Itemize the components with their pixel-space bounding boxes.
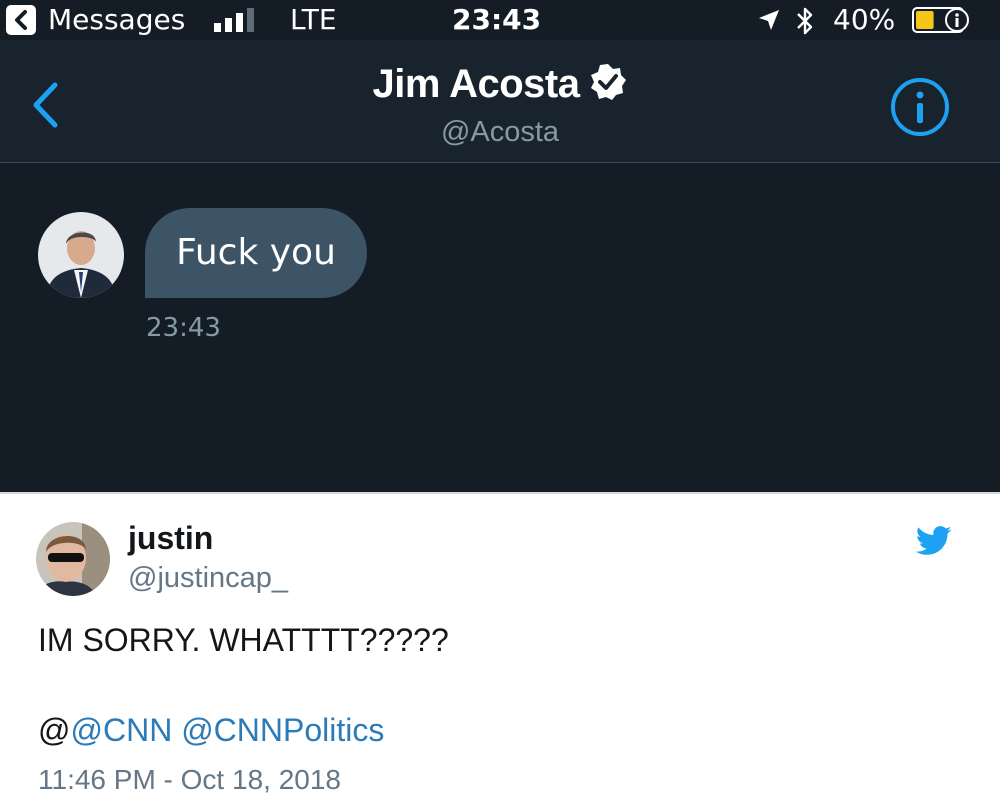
battery-percent: 40%: [833, 3, 896, 36]
info-badge-icon: [945, 8, 969, 32]
mention-cnn-link[interactable]: @CNN: [70, 712, 172, 748]
tweet-author-name[interactable]: justin: [128, 520, 213, 557]
bluetooth-icon: [797, 7, 813, 35]
tweet-author-handle[interactable]: @justincap_: [128, 562, 288, 595]
chevron-left-icon: [15, 10, 27, 30]
dm-screenshot: Messages LTE 23:43 40% Jim Acosta @Acost…: [0, 0, 1000, 492]
twitter-bird-icon[interactable]: [916, 526, 952, 556]
contact-name: Jim Acosta: [372, 62, 580, 106]
verified-badge-icon: [591, 64, 627, 100]
back-to-app-button[interactable]: [6, 5, 36, 35]
location-arrow-icon: [759, 10, 779, 30]
back-app-label[interactable]: Messages: [48, 3, 185, 37]
profile-photo: [36, 522, 110, 596]
message-bubble[interactable]: Fuck you: [145, 208, 367, 298]
mention-cnnpolitics-link[interactable]: @CNNPolitics: [181, 712, 384, 748]
signal-strength-icon: [214, 8, 254, 32]
tweet-text: IM SORRY. WHATTTT?????: [38, 622, 449, 658]
network-type: LTE: [290, 3, 337, 36]
mention-prefix: @: [38, 712, 71, 748]
conversation-header: Jim Acosta @Acosta: [0, 40, 1000, 163]
divider: [0, 492, 1000, 494]
conversation-title: Jim Acosta: [0, 62, 1000, 107]
tweet-date[interactable]: 11:46 PM - Oct 18, 2018: [38, 764, 341, 796]
profile-photo: [38, 212, 124, 298]
avatar[interactable]: [38, 212, 124, 298]
message-timestamp: 23:43: [146, 313, 221, 343]
message-text: Fuck you: [176, 232, 336, 273]
contact-handle: @Acosta: [440, 116, 560, 148]
status-time: 23:43: [452, 3, 542, 36]
avatar[interactable]: [36, 522, 110, 596]
tweet-mentions: @@CNN @CNNPolitics: [38, 712, 384, 749]
status-bar: Messages LTE 23:43 40%: [0, 0, 1000, 40]
info-icon[interactable]: [889, 76, 951, 138]
